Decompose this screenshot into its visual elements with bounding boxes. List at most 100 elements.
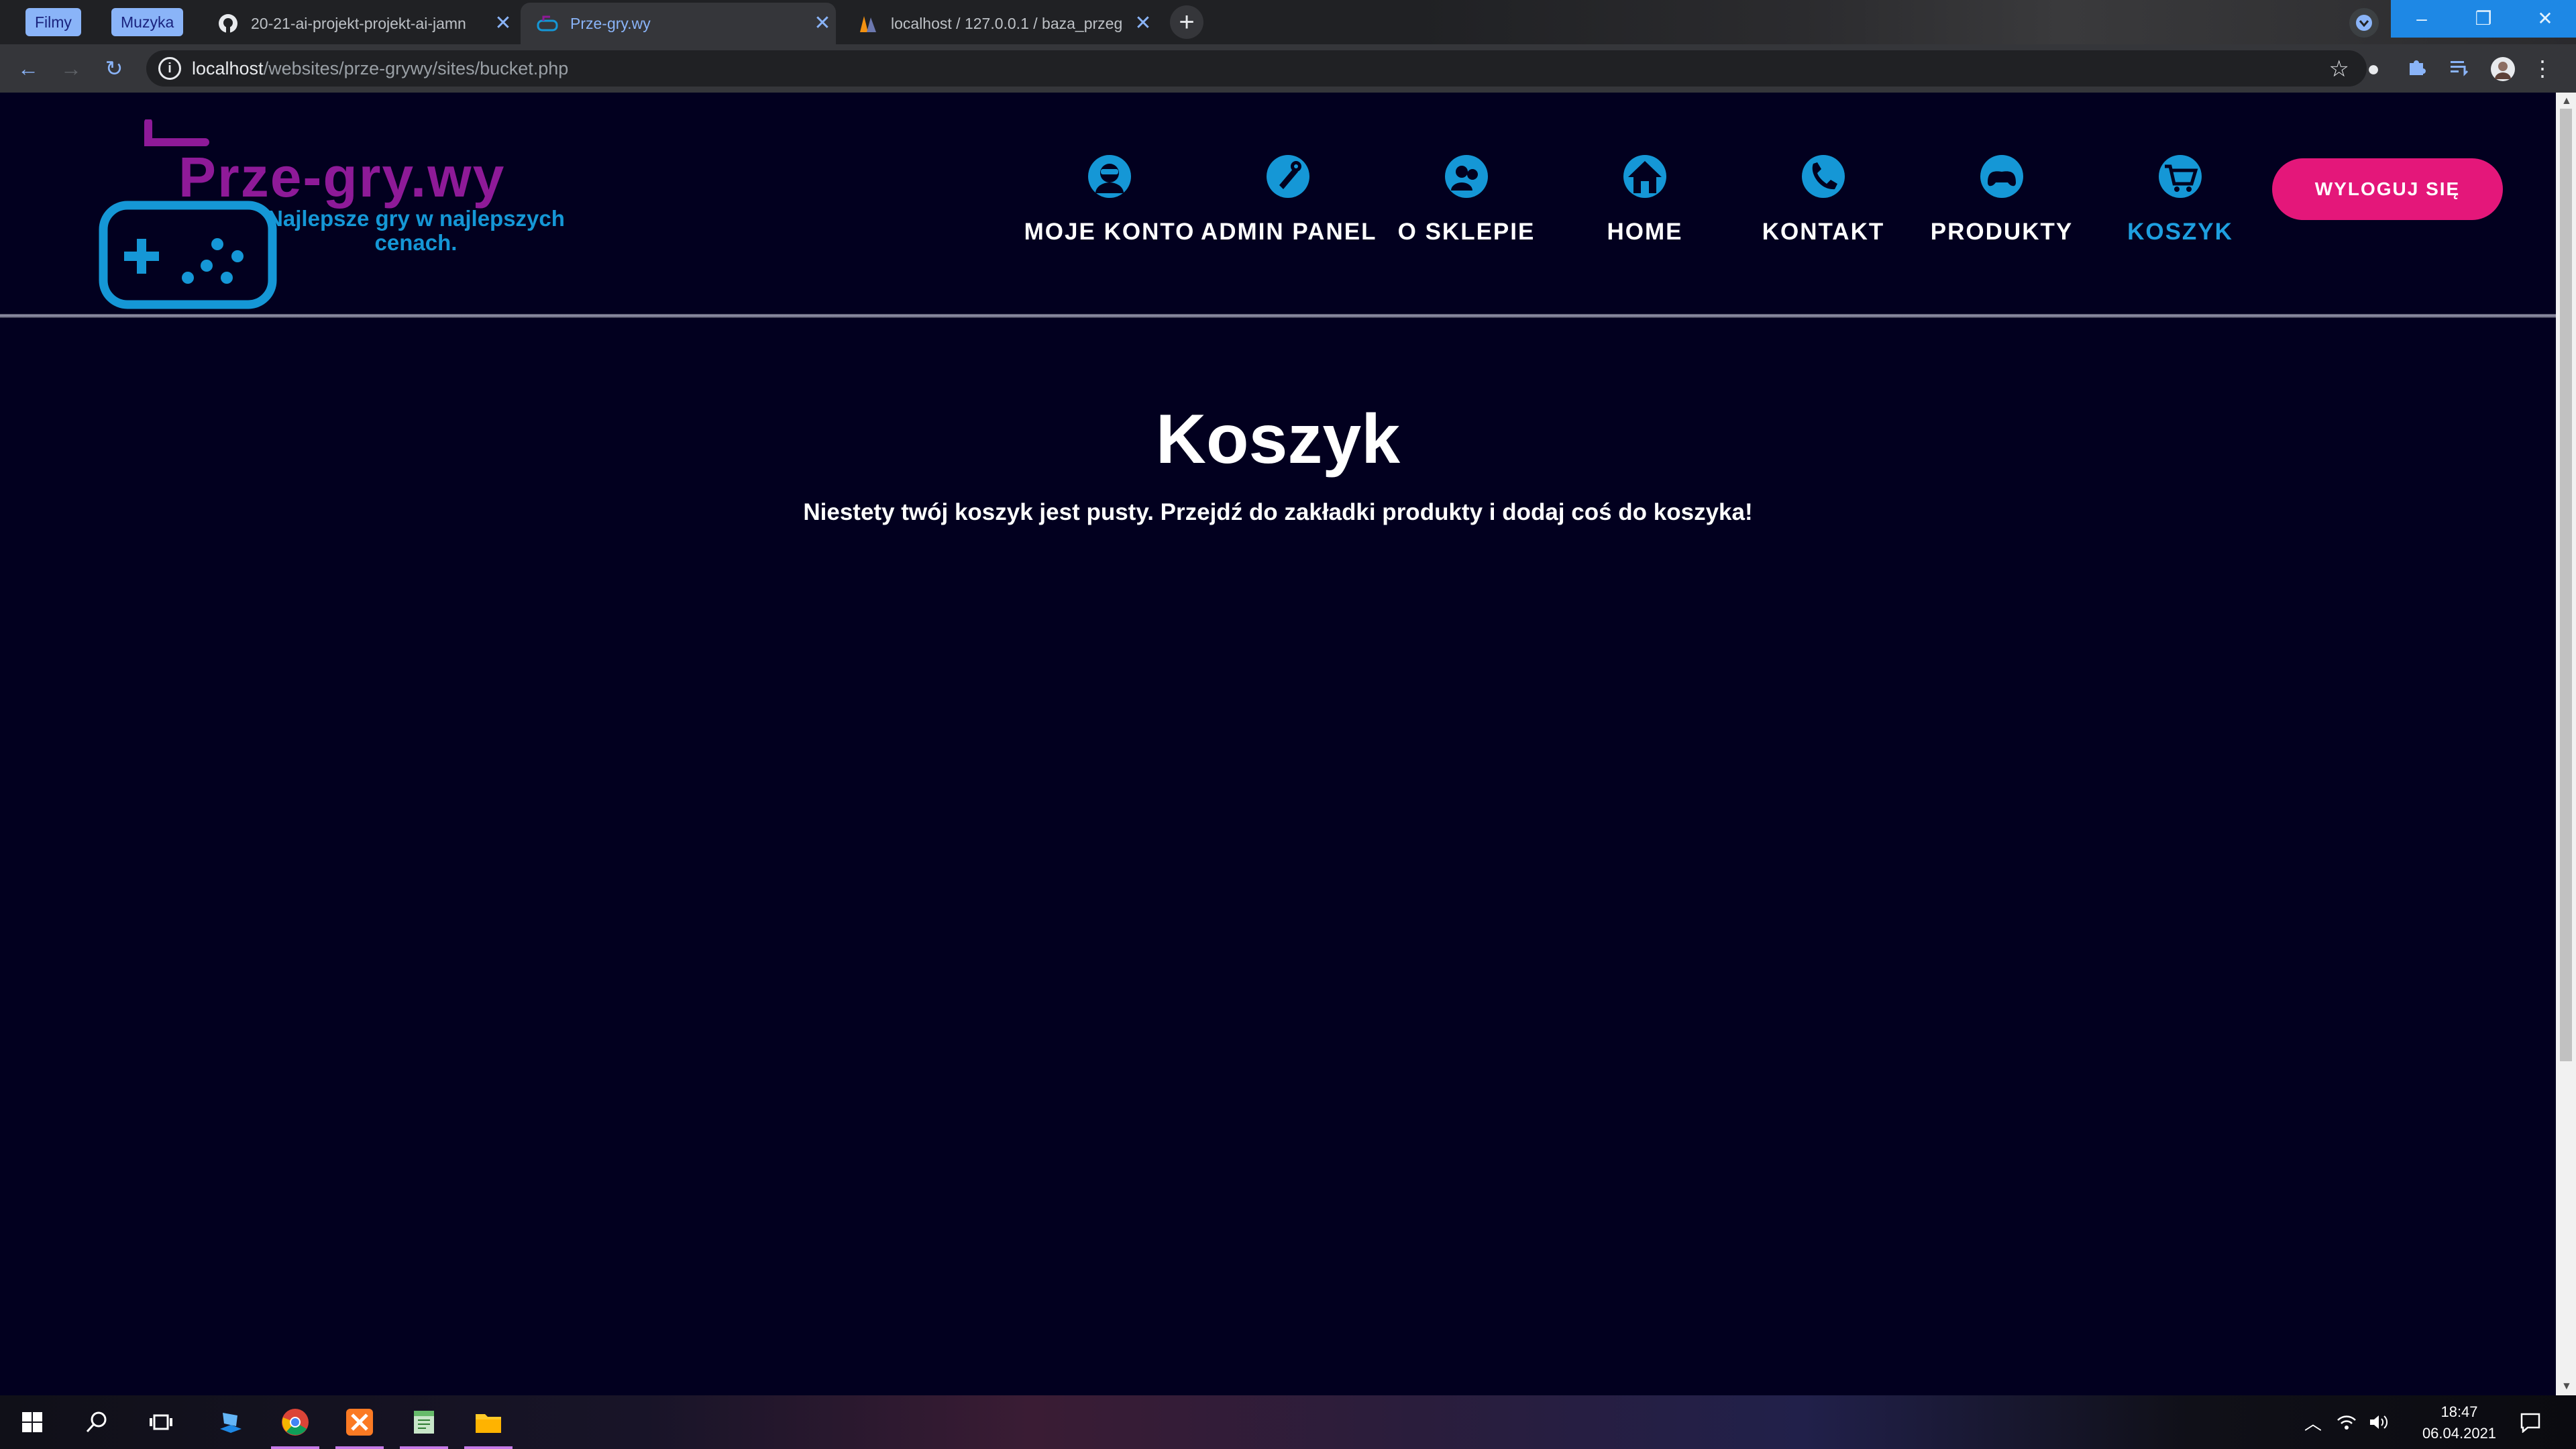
extension-circle-icon[interactable]: ● (2361, 56, 2385, 80)
windows-icon (22, 1412, 42, 1432)
network-button[interactable] (2330, 1395, 2363, 1449)
new-tab-button[interactable]: + (1170, 5, 1203, 39)
github-icon (217, 13, 239, 34)
task-view-icon (150, 1414, 172, 1430)
search-icon (86, 1411, 107, 1433)
chrome-icon (282, 1409, 309, 1436)
scroll-up-icon[interactable]: ▲ (2561, 95, 2572, 107)
nav-label: KOSZYK (2127, 219, 2233, 245)
extensions-puzzle-icon[interactable] (2404, 56, 2428, 80)
tab-przegrywy[interactable]: Prze-gry.wy ✕ (521, 3, 836, 44)
taskbar-app-explorer-shortcut[interactable] (199, 1395, 263, 1449)
website-viewport: Prze-gry.wy Najlepsze gry w najlepszych … (0, 93, 2556, 1395)
header-divider (0, 314, 2556, 318)
nav-kontakt[interactable]: KONTAKT (1736, 153, 1911, 246)
nav-moje-konto[interactable]: MOJE KONTO (1022, 153, 1197, 246)
nav-koszyk[interactable]: KOSZYK (2093, 153, 2267, 246)
desktop-app-icon (220, 1413, 241, 1433)
phpmyadmin-icon (857, 13, 879, 34)
close-icon[interactable]: ✕ (809, 3, 836, 44)
menu-dots-icon[interactable]: ⋮ (2530, 56, 2555, 80)
bookmark-filmy[interactable]: Filmy (25, 8, 81, 36)
chevron-up-icon: ︿ (2304, 1413, 2322, 1434)
site-header: Prze-gry.wy Najlepsze gry w najlepszych … (0, 93, 2556, 314)
close-window-button[interactable]: ✕ (2514, 0, 2576, 38)
browser-tab-strip: Filmy Muzyka 20-21-ai-projekt-projekt-ai… (0, 0, 2576, 44)
tray-overflow-button[interactable]: ︿ (2297, 1395, 2329, 1449)
restore-button[interactable]: ❐ (2453, 0, 2514, 38)
page-scrollbar[interactable]: ▲ ▼ (2556, 93, 2576, 1395)
close-icon[interactable]: ✕ (1130, 3, 1157, 44)
account-icon (1086, 153, 1133, 200)
active-app-indicator (464, 1446, 513, 1449)
clock-time[interactable]: 18:47 (2412, 1403, 2506, 1421)
logo-tagline-line1: Najlepsze gry w najlepszych (267, 206, 565, 231)
logo-title: Prze-gry.wy (178, 146, 506, 209)
minimize-button[interactable]: – (2391, 0, 2453, 38)
phone-icon (1800, 153, 1847, 200)
nav-produkty[interactable]: PRODUKTY (1915, 153, 2089, 246)
clock-date[interactable]: 06.04.2021 (2412, 1425, 2506, 1442)
nav-label: O SKLEPIE (1397, 219, 1536, 245)
admin-icon (1265, 153, 1311, 200)
tab-phpmyadmin[interactable]: localhost / 127.0.0.1 / baza_przeg ✕ (841, 3, 1157, 44)
taskbar-app-chrome[interactable] (263, 1395, 327, 1449)
empty-cart-message: Niestety twój koszyk jest pusty. Przejdź… (803, 499, 1753, 525)
nav-home[interactable]: HOME (1558, 153, 1732, 246)
nav-label: ADMIN PANEL (1201, 219, 1377, 245)
bookmark-muzyka[interactable]: Muzyka (111, 8, 184, 36)
nav-admin-panel[interactable]: ADMIN PANEL (1201, 153, 1375, 246)
scroll-down-icon[interactable]: ▼ (2561, 1381, 2572, 1393)
close-icon[interactable]: ✕ (490, 3, 517, 44)
address-bar[interactable]: i localhost /websites/prze-grywy/sites/b… (146, 50, 2367, 87)
url-path: /websites/prze-grywy/sites/bucket.php (263, 58, 569, 78)
tab-github[interactable]: 20-21-ai-projekt-projekt-ai-jamn ✕ (201, 3, 517, 44)
nav-label: PRODUKTY (1930, 219, 2074, 245)
taskbar-app-file-explorer[interactable] (456, 1395, 521, 1449)
site-info-icon[interactable]: i (158, 57, 181, 80)
back-icon[interactable]: ← (16, 56, 40, 80)
search-button[interactable] (64, 1395, 129, 1449)
taskbar-app-xampp[interactable] (327, 1395, 392, 1449)
tab-title: 20-21-ai-projekt-projekt-ai-jamn (251, 15, 466, 32)
controller-icon (1978, 153, 2025, 200)
logo-tagline: Najlepsze gry w najlepszych cenach. (215, 207, 617, 255)
gamepad-icon (537, 13, 558, 34)
reading-list-icon[interactable] (2447, 56, 2471, 80)
notification-icon (2520, 1413, 2540, 1433)
forward-icon[interactable]: → (59, 56, 83, 80)
tab-search-button[interactable] (2349, 8, 2379, 38)
taskbar-app-notepad[interactable] (392, 1395, 456, 1449)
url-host: localhost (192, 58, 264, 78)
chevron-down-icon (2356, 15, 2372, 31)
reload-icon[interactable]: ↻ (102, 56, 126, 80)
taskbar: ︿ 18:47 06.04.2021 (0, 1395, 2576, 1449)
volume-button[interactable] (2363, 1395, 2395, 1449)
start-button[interactable] (0, 1395, 64, 1449)
nav-o-sklepie[interactable]: O SKLEPIE (1379, 153, 1554, 246)
nav-label: HOME (1607, 219, 1683, 245)
xampp-icon (346, 1409, 373, 1436)
browser-toolbar: ← → ↻ i localhost /websites/prze-grywy/s… (0, 44, 2576, 93)
folder-icon (476, 1414, 501, 1433)
speaker-icon (2370, 1415, 2388, 1429)
tab-title: localhost / 127.0.0.1 / baza_przeg (891, 15, 1123, 32)
scrollbar-thumb[interactable] (2560, 109, 2572, 1061)
task-view-button[interactable] (129, 1395, 193, 1449)
wifi-icon (2337, 1415, 2356, 1430)
action-center-button[interactable] (2506, 1395, 2555, 1449)
logo-tagline-line2: cenach. (374, 230, 458, 255)
active-app-indicator (271, 1446, 319, 1449)
avatar[interactable] (2490, 56, 2515, 81)
about-icon (1443, 153, 1490, 200)
logout-button[interactable]: WYLOGUJ SIĘ (2272, 158, 2503, 220)
tab-title: Prze-gry.wy (570, 15, 651, 32)
nav-label: KONTAKT (1762, 219, 1885, 245)
page-title: Koszyk (1155, 400, 1401, 478)
nav-label: MOJE KONTO (1024, 219, 1195, 245)
notepad-icon (414, 1411, 434, 1434)
active-app-indicator (335, 1446, 384, 1449)
active-app-indicator (400, 1446, 448, 1449)
bookmark-star-icon[interactable]: ☆ (2329, 56, 2349, 83)
home-icon (1621, 153, 1668, 200)
